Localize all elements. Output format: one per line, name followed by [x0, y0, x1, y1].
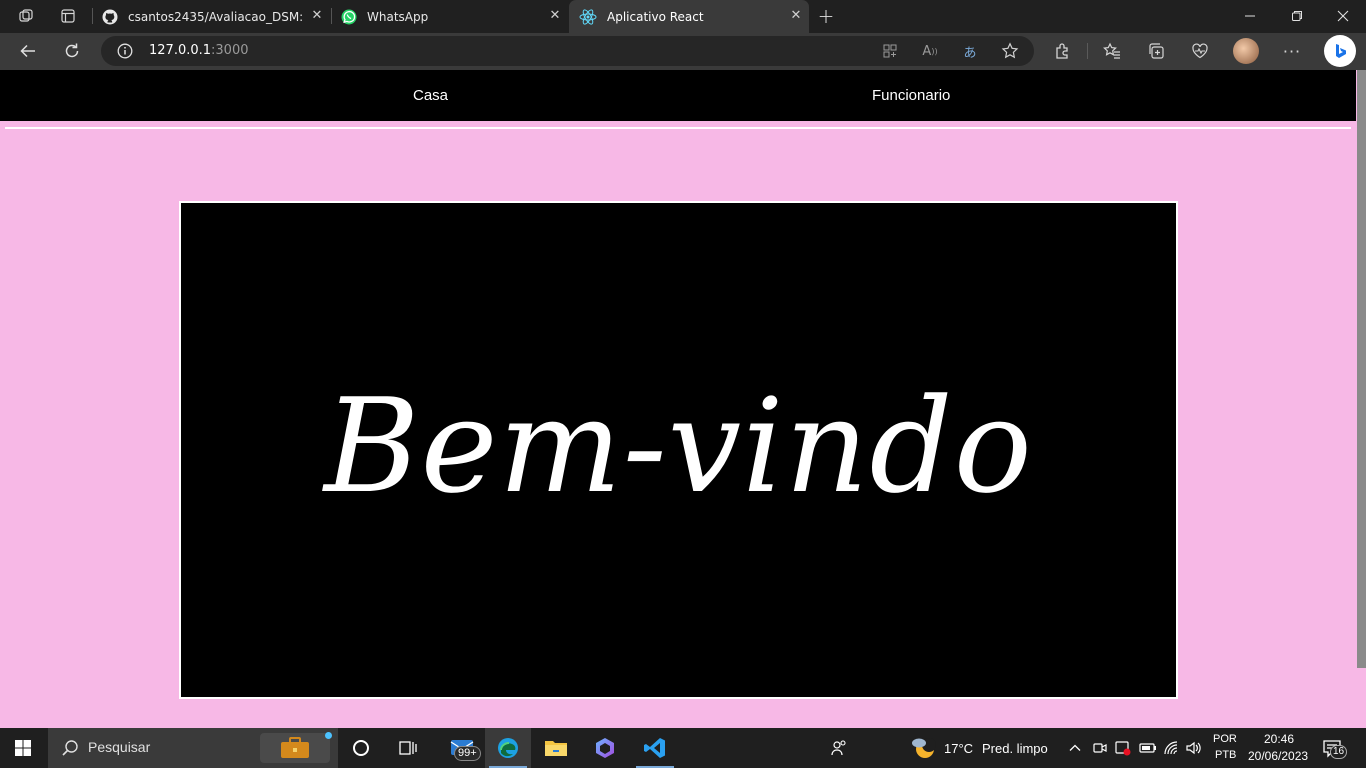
close-window-icon[interactable]: [1331, 4, 1355, 28]
nav-link-casa[interactable]: Casa: [413, 87, 448, 104]
chevron-up-icon[interactable]: [1068, 741, 1082, 755]
profile-avatar[interactable]: [1233, 38, 1259, 64]
close-tab-icon[interactable]: ✕: [548, 9, 562, 23]
toolbar-separator: [1087, 43, 1088, 59]
react-icon: [579, 8, 597, 25]
browser-toolbar: 127.0.0.1:3000 A)) あ ···: [0, 33, 1366, 70]
mail-icon[interactable]: 99+: [440, 728, 486, 768]
divider: [5, 127, 1351, 129]
notification-count: 16: [1330, 745, 1348, 759]
back-arrow-icon[interactable]: [16, 39, 40, 63]
favorites-icon[interactable]: [1100, 39, 1124, 63]
tab-actions-icon[interactable]: [56, 4, 80, 28]
people-icon[interactable]: [816, 728, 862, 768]
url-text[interactable]: 127.0.0.1:3000: [149, 43, 249, 58]
tab-whatsapp[interactable]: WhatsApp ✕: [332, 0, 568, 33]
github-icon: [102, 9, 118, 25]
page-viewport: Casa Funcionario Bem-vindo: [0, 70, 1356, 728]
recording-icon[interactable]: [1114, 739, 1132, 757]
weather-moon-icon[interactable]: [910, 735, 938, 761]
mail-badge: 99+: [454, 746, 481, 761]
bing-copilot-icon[interactable]: [1324, 35, 1356, 67]
tab-separator: [92, 8, 93, 24]
nav-link-funcionario[interactable]: Funcionario: [872, 87, 950, 104]
volume-icon[interactable]: [1185, 740, 1203, 756]
language-code[interactable]: POR: [1213, 733, 1237, 745]
site-info-icon[interactable]: [117, 43, 133, 59]
workspaces-icon[interactable]: [14, 4, 38, 28]
tab-title: csantos2435/Avaliacao_DSM: Ava: [128, 9, 304, 24]
start-button[interactable]: [0, 728, 46, 768]
clock-date[interactable]: 20/06/2023: [1248, 749, 1308, 763]
search-placeholder: Pesquisar: [88, 739, 151, 755]
refresh-icon[interactable]: [60, 39, 84, 63]
tab-react-app[interactable]: Aplicativo React ✕: [569, 0, 809, 33]
welcome-banner: Bem-vindo: [179, 201, 1178, 699]
task-view-icon[interactable]: [385, 728, 431, 768]
keyboard-layout[interactable]: PTB: [1215, 749, 1236, 761]
app-available-icon[interactable]: [878, 39, 902, 63]
photos-app-icon[interactable]: [582, 728, 628, 768]
notifications-icon[interactable]: 16: [1322, 738, 1348, 760]
extensions-icon[interactable]: [1051, 39, 1075, 63]
windows-taskbar: Pesquisar 99+ 17°C Pred. limpo POR PTB 2…: [0, 728, 1366, 768]
address-bar[interactable]: 127.0.0.1:3000 A)) あ: [101, 36, 1034, 66]
top-nav: Casa Funcionario: [0, 70, 1356, 121]
cortana-icon[interactable]: [338, 728, 384, 768]
new-tab-button[interactable]: +: [814, 4, 838, 28]
scrollbar-thumb[interactable]: [1357, 70, 1366, 668]
favorite-star-icon[interactable]: [998, 39, 1022, 63]
read-aloud-icon[interactable]: A)): [918, 39, 942, 63]
url-port: :3000: [211, 43, 249, 58]
search-highlight[interactable]: [260, 733, 330, 763]
weather-temp[interactable]: 17°C: [944, 741, 973, 756]
browser-essentials-icon[interactable]: [1188, 39, 1212, 63]
vscode-icon[interactable]: [632, 728, 678, 768]
clock-time[interactable]: 20:46: [1264, 732, 1294, 746]
translate-icon[interactable]: あ: [958, 39, 982, 63]
minimize-icon[interactable]: [1238, 4, 1262, 28]
close-tab-icon[interactable]: ✕: [310, 9, 324, 23]
search-badge-dot: [325, 732, 332, 739]
browser-tab-strip: csantos2435/Avaliacao_DSM: Ava ✕ WhatsAp…: [0, 0, 1366, 33]
collections-icon[interactable]: [1144, 39, 1168, 63]
meet-now-icon[interactable]: [1092, 740, 1108, 756]
wifi-icon[interactable]: [1163, 740, 1181, 756]
url-host: 127.0.0.1: [149, 43, 212, 58]
taskbar-search[interactable]: Pesquisar: [48, 728, 338, 768]
tab-title: Aplicativo React: [607, 9, 704, 24]
battery-icon[interactable]: [1139, 740, 1157, 756]
edge-taskbar-icon[interactable]: [485, 728, 531, 768]
more-options-icon[interactable]: ···: [1280, 39, 1304, 63]
file-explorer-icon[interactable]: [533, 728, 579, 768]
tab-title: WhatsApp: [367, 9, 429, 24]
tab-github[interactable]: csantos2435/Avaliacao_DSM: Ava ✕: [94, 0, 330, 33]
close-tab-icon[interactable]: ✕: [789, 9, 803, 23]
welcome-text: Bem-vindo: [324, 370, 1033, 522]
whatsapp-icon: [341, 9, 357, 25]
restore-icon[interactable]: [1285, 4, 1309, 28]
search-icon: [61, 739, 79, 757]
weather-desc[interactable]: Pred. limpo: [982, 741, 1048, 756]
